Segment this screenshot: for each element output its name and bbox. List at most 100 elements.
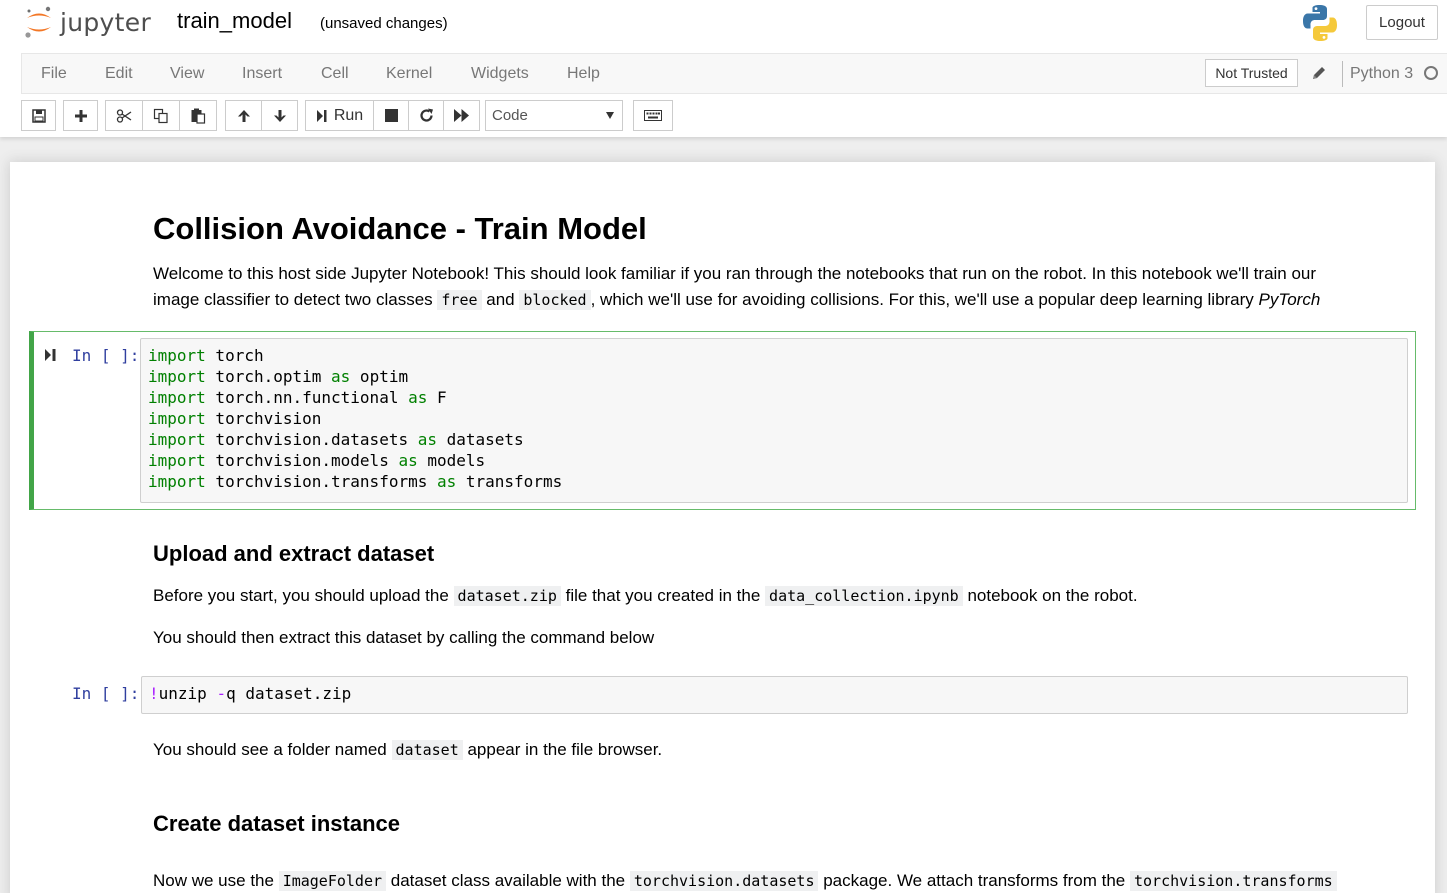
code-editor[interactable]: import torch import torch.optim as optim i… bbox=[140, 338, 1408, 503]
upload-text: file that you created in the bbox=[565, 586, 761, 605]
arrow-down-icon bbox=[273, 109, 286, 122]
see-text: appear in the file browser. bbox=[467, 740, 663, 759]
code-token: torch.nn.functional bbox=[205, 388, 409, 407]
code-token: import bbox=[148, 346, 206, 365]
copy-icon bbox=[153, 108, 168, 123]
move-down-button[interactable] bbox=[261, 100, 298, 131]
cell-type-value: Code bbox=[492, 107, 528, 124]
inline-code: blocked bbox=[519, 290, 591, 310]
code-token: as bbox=[331, 367, 351, 386]
code-cell-imports[interactable]: In [ ]: import torch import torch.optim a… bbox=[29, 331, 1416, 510]
code-line: import torch.nn.functional as F bbox=[148, 387, 1400, 408]
kernel-name[interactable]: Python 3 bbox=[1350, 65, 1413, 83]
kernel-separator bbox=[1342, 61, 1343, 87]
python-logo-icon bbox=[1303, 5, 1337, 41]
intro-text: image classifier to detect two classes bbox=[153, 290, 433, 309]
intro-text: and bbox=[486, 290, 515, 309]
markdown-cell-see-folder[interactable]: You should see a folder named dataset ap… bbox=[153, 737, 662, 763]
create-text: dataset class available with the bbox=[390, 871, 626, 890]
code-line: import torchvision.models as models bbox=[148, 450, 1400, 471]
code-token: torch bbox=[205, 346, 264, 365]
intro-text: , which we'll use for avoiding collision… bbox=[590, 290, 1254, 309]
markdown-cell-upload-heading[interactable]: Upload and extract dataset bbox=[153, 539, 434, 569]
restart-run-all-button[interactable] bbox=[443, 100, 480, 131]
code-token: torchvision bbox=[205, 409, 322, 428]
code-line: import torch.optim as optim bbox=[148, 366, 1400, 387]
markdown-cell-intro[interactable]: Welcome to this host side Jupyter Notebo… bbox=[153, 261, 1423, 313]
code-token: import bbox=[148, 430, 206, 449]
inline-code: data_collection.ipynb bbox=[765, 586, 963, 606]
code-token: import bbox=[148, 409, 206, 428]
cell-type-select[interactable]: Code bbox=[485, 100, 623, 131]
copy-button[interactable] bbox=[142, 100, 180, 131]
upload-text: notebook on the robot. bbox=[967, 586, 1138, 605]
inline-code: dataset bbox=[391, 740, 463, 760]
restart-icon bbox=[419, 108, 433, 122]
markdown-cell-extract[interactable]: You should then extract this dataset by … bbox=[153, 625, 654, 651]
header: jupyter train_model (unsaved changes) Lo… bbox=[0, 0, 1447, 137]
create-text: package. We attach transforms from the bbox=[823, 871, 1126, 890]
move-up-button[interactable] bbox=[225, 100, 262, 131]
insert-cell-button[interactable] bbox=[63, 100, 98, 131]
inline-code: torchvision.datasets bbox=[629, 871, 819, 891]
arrow-up-icon bbox=[237, 109, 250, 122]
restart-button[interactable] bbox=[408, 100, 444, 131]
menu-cell[interactable]: Cell bbox=[321, 65, 349, 83]
markdown-cell-title[interactable]: Collision Avoidance - Train Model bbox=[153, 210, 647, 248]
code-token: optim bbox=[350, 367, 409, 386]
inline-code: ImageFolder bbox=[278, 871, 387, 891]
code-token: torchvision.datasets bbox=[205, 430, 418, 449]
cell-prompt: In [ ]: bbox=[72, 684, 140, 703]
pencil-icon[interactable] bbox=[1311, 65, 1327, 81]
code-token: ! bbox=[149, 684, 159, 703]
run-cell-icon[interactable] bbox=[44, 348, 58, 362]
code-line: import torchvision.transforms as transfo… bbox=[148, 471, 1400, 492]
inline-code: dataset.zip bbox=[453, 586, 561, 606]
see-text: You should see a folder named bbox=[153, 740, 387, 759]
logout-button[interactable]: Logout bbox=[1366, 5, 1438, 40]
code-editor[interactable]: !unzip -q dataset.zip bbox=[141, 676, 1408, 714]
paste-button[interactable] bbox=[179, 100, 217, 131]
stop-icon bbox=[384, 109, 398, 122]
menu-file[interactable]: File bbox=[41, 65, 67, 83]
code-cell-unzip[interactable]: In [ ]: !unzip -q dataset.zip bbox=[29, 670, 1416, 716]
section-heading: Create dataset instance bbox=[153, 811, 400, 836]
notebook-name[interactable]: train_model bbox=[177, 8, 292, 34]
inline-code: free bbox=[437, 290, 482, 310]
command-palette-button[interactable] bbox=[633, 100, 673, 131]
code-line: import torchvision.datasets as datasets bbox=[148, 429, 1400, 450]
markdown-cell-create-heading[interactable]: Create dataset instance bbox=[153, 809, 400, 839]
code-token: torchvision.models bbox=[205, 451, 399, 470]
jupyter-logo[interactable]: jupyter bbox=[24, 4, 151, 40]
menu-kernel[interactable]: Kernel bbox=[386, 65, 432, 83]
menu-help[interactable]: Help bbox=[567, 65, 600, 83]
save-button[interactable] bbox=[21, 100, 56, 131]
inline-code: torchvision.transforms bbox=[1130, 871, 1337, 891]
code-line: import torchvision bbox=[148, 408, 1400, 429]
intro-line-2: image classifier to detect two classes f… bbox=[153, 287, 1423, 313]
menu-widgets[interactable]: Widgets bbox=[471, 65, 529, 83]
not-trusted-button[interactable]: Not Trusted bbox=[1205, 59, 1298, 87]
markdown-cell-upload[interactable]: Before you start, you should upload the … bbox=[153, 583, 1423, 609]
run-button[interactable]: Run bbox=[305, 100, 374, 131]
extract-text: You should then extract this dataset by … bbox=[153, 628, 655, 647]
code-token: q dataset.zip bbox=[226, 684, 352, 703]
code-token: torch.optim bbox=[205, 367, 332, 386]
scissors-icon bbox=[116, 108, 132, 123]
run-icon bbox=[316, 109, 327, 122]
code-token: datasets bbox=[436, 430, 524, 449]
markdown-cell-create[interactable]: Now we use the ImageFolder dataset class… bbox=[153, 868, 1423, 893]
menu-insert[interactable]: Insert bbox=[242, 65, 282, 83]
code-token: import bbox=[148, 472, 206, 491]
code-line: import torch bbox=[148, 345, 1400, 366]
menubar: File Edit View Insert Cell Kernel Widget… bbox=[21, 53, 1447, 94]
kernel-idle-icon bbox=[1424, 66, 1438, 80]
menu-edit[interactable]: Edit bbox=[105, 65, 133, 83]
chevron-down-icon bbox=[606, 112, 614, 119]
cut-button[interactable] bbox=[105, 100, 143, 131]
code-token: unzip bbox=[158, 684, 217, 703]
code-token: as bbox=[417, 430, 437, 449]
code-token: F bbox=[427, 388, 447, 407]
interrupt-button[interactable] bbox=[373, 100, 409, 131]
menu-view[interactable]: View bbox=[170, 65, 204, 83]
